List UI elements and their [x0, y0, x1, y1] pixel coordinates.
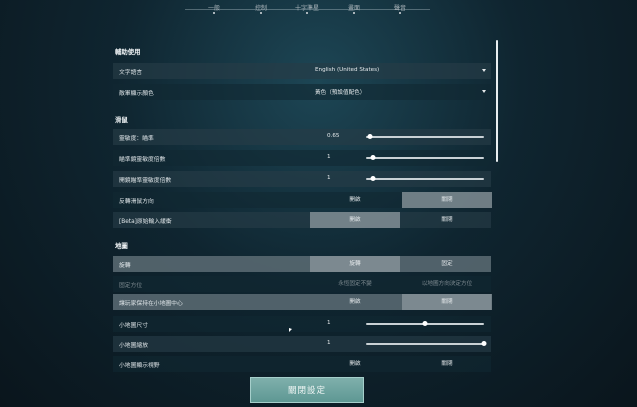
enemy-highlight-dropdown[interactable]: 黃色（預設值配色）: [309, 84, 491, 100]
setting-label: 敵軍顯示顏色: [119, 91, 154, 97]
setting-row-keep-player-centered: 讓玩家保持在小地圖中心 開啟 關閉: [113, 294, 492, 310]
setting-row-minimap-zoom: 小地圖縮放 1: [113, 336, 491, 352]
minimap-vision-on-option[interactable]: 開啟: [310, 356, 400, 372]
tab-general[interactable]: 一般: [208, 3, 220, 12]
setting-label: [Beta]原始輸入緩衝: [119, 219, 172, 225]
close-settings-button[interactable]: 關閉設定: [250, 377, 364, 403]
setting-row-minimap-vision: 小地圖顯示視野 開啟 關閉: [113, 356, 491, 372]
section-title-mouse: 滑鼠: [115, 116, 128, 124]
text-language-dropdown[interactable]: English (United States): [309, 63, 491, 79]
fixed-option[interactable]: 固定: [402, 256, 492, 272]
slider-handle[interactable]: [481, 341, 487, 347]
scoped-sensitivity-value[interactable]: 1: [327, 154, 331, 160]
keep-centered-off-option[interactable]: 關閉: [402, 294, 492, 310]
setting-label: 文字語言: [119, 70, 143, 76]
tab-controls-marker: [260, 12, 262, 14]
sensitivity-slider[interactable]: [366, 134, 484, 140]
settings-scrollbar[interactable]: [496, 40, 498, 162]
raw-input-off-option[interactable]: 關閉: [402, 212, 492, 228]
setting-label: 讓玩家保持在小地圖中心: [119, 301, 183, 307]
invert-mouse-on-option[interactable]: 開啟: [310, 192, 400, 208]
ads-sensitivity-value[interactable]: 1: [327, 175, 331, 181]
tab-general-marker: [213, 12, 215, 14]
setting-label: 開鏡瞄準靈敏度倍數: [119, 178, 172, 184]
setting-row-text-language: 文字語言 English (United States): [113, 63, 491, 79]
section-title-accessibility: 輔助使用: [115, 48, 141, 56]
setting-row-invert-mouse: 反轉滑鼠方向 開啟 關閉: [113, 192, 492, 208]
setting-label: 瞄準鏡靈敏度倍數: [119, 157, 166, 163]
setting-label: 靈敏度：瞄準: [119, 136, 154, 142]
ads-sensitivity-slider[interactable]: [366, 176, 484, 182]
setting-label: 小地圖尺寸: [119, 323, 148, 329]
mouse-cursor-icon: [289, 328, 292, 332]
dropdown-value: English (United States): [315, 67, 380, 73]
minimap-zoom-value[interactable]: 1: [327, 340, 331, 346]
sensitivity-value[interactable]: 0.65: [327, 133, 339, 139]
setting-label: 固定方位: [119, 283, 143, 289]
rotate-option[interactable]: 旋轉: [310, 256, 400, 272]
setting-label: 旋轉: [119, 263, 131, 269]
chevron-down-icon: [482, 69, 486, 72]
setting-label: 小地圖縮放: [119, 343, 148, 349]
setting-row-rotate: 旋轉 旋轉 固定: [113, 256, 491, 272]
tab-controls[interactable]: 控制: [255, 3, 267, 12]
minimap-size-slider[interactable]: [366, 321, 484, 327]
tab-video-marker: [353, 12, 355, 14]
keep-centered-on-option[interactable]: 開啟: [310, 294, 400, 310]
setting-label: 小地圖顯示視野: [119, 363, 160, 369]
tab-video[interactable]: 畫面: [348, 3, 360, 12]
section-title-map: 地圖: [115, 242, 128, 250]
invert-mouse-off-option[interactable]: 關閉: [402, 192, 492, 208]
setting-row-enemy-highlight: 敵軍顯示顏色 黃色（預設值配色）: [113, 84, 491, 100]
setting-label: 反轉滑鼠方向: [119, 199, 154, 205]
setting-row-ads-sensitivity: 開鏡瞄準靈敏度倍數 1: [113, 171, 491, 187]
chevron-down-icon: [482, 90, 486, 93]
tab-crosshair[interactable]: 十字準星: [295, 3, 319, 12]
raw-input-on-option[interactable]: 開啟: [310, 212, 400, 228]
tab-audio[interactable]: 聲音: [394, 3, 406, 12]
setting-row-sensitivity: 靈敏度：瞄準 0.65: [113, 129, 491, 145]
slider-handle[interactable]: [370, 176, 376, 182]
slider-handle[interactable]: [422, 321, 428, 327]
setting-row-fixed-orientation: 固定方位 永恆固定不變 以地圖方向決定方位: [113, 276, 491, 292]
minimap-zoom-slider[interactable]: [366, 341, 487, 347]
setting-row-scoped-sensitivity: 瞄準鏡靈敏度倍數 1: [113, 150, 491, 166]
settings-tab-bar: 一般 控制 十字準星 畫面 聲音: [0, 0, 637, 20]
always-fixed-option: 永恆固定不變: [338, 281, 372, 287]
settings-panel: 輔助使用 文字語言 English (United States) 敵軍顯示顏色…: [113, 38, 493, 372]
tab-crosshair-marker: [306, 12, 308, 14]
setting-row-raw-input: [Beta]原始輸入緩衝 開啟 關閉: [113, 212, 491, 228]
dropdown-value: 黃色（預設值配色）: [315, 90, 366, 96]
slider-handle[interactable]: [370, 155, 376, 161]
slider-handle[interactable]: [367, 134, 373, 140]
map-direction-option: 以地圖方向決定方位: [421, 281, 473, 287]
setting-row-minimap-size: 小地圖尺寸 1: [113, 316, 491, 332]
scoped-sensitivity-slider[interactable]: [366, 155, 484, 161]
minimap-vision-off-option[interactable]: 關閉: [402, 356, 492, 372]
minimap-size-value[interactable]: 1: [327, 320, 331, 326]
tab-audio-marker: [399, 12, 401, 14]
